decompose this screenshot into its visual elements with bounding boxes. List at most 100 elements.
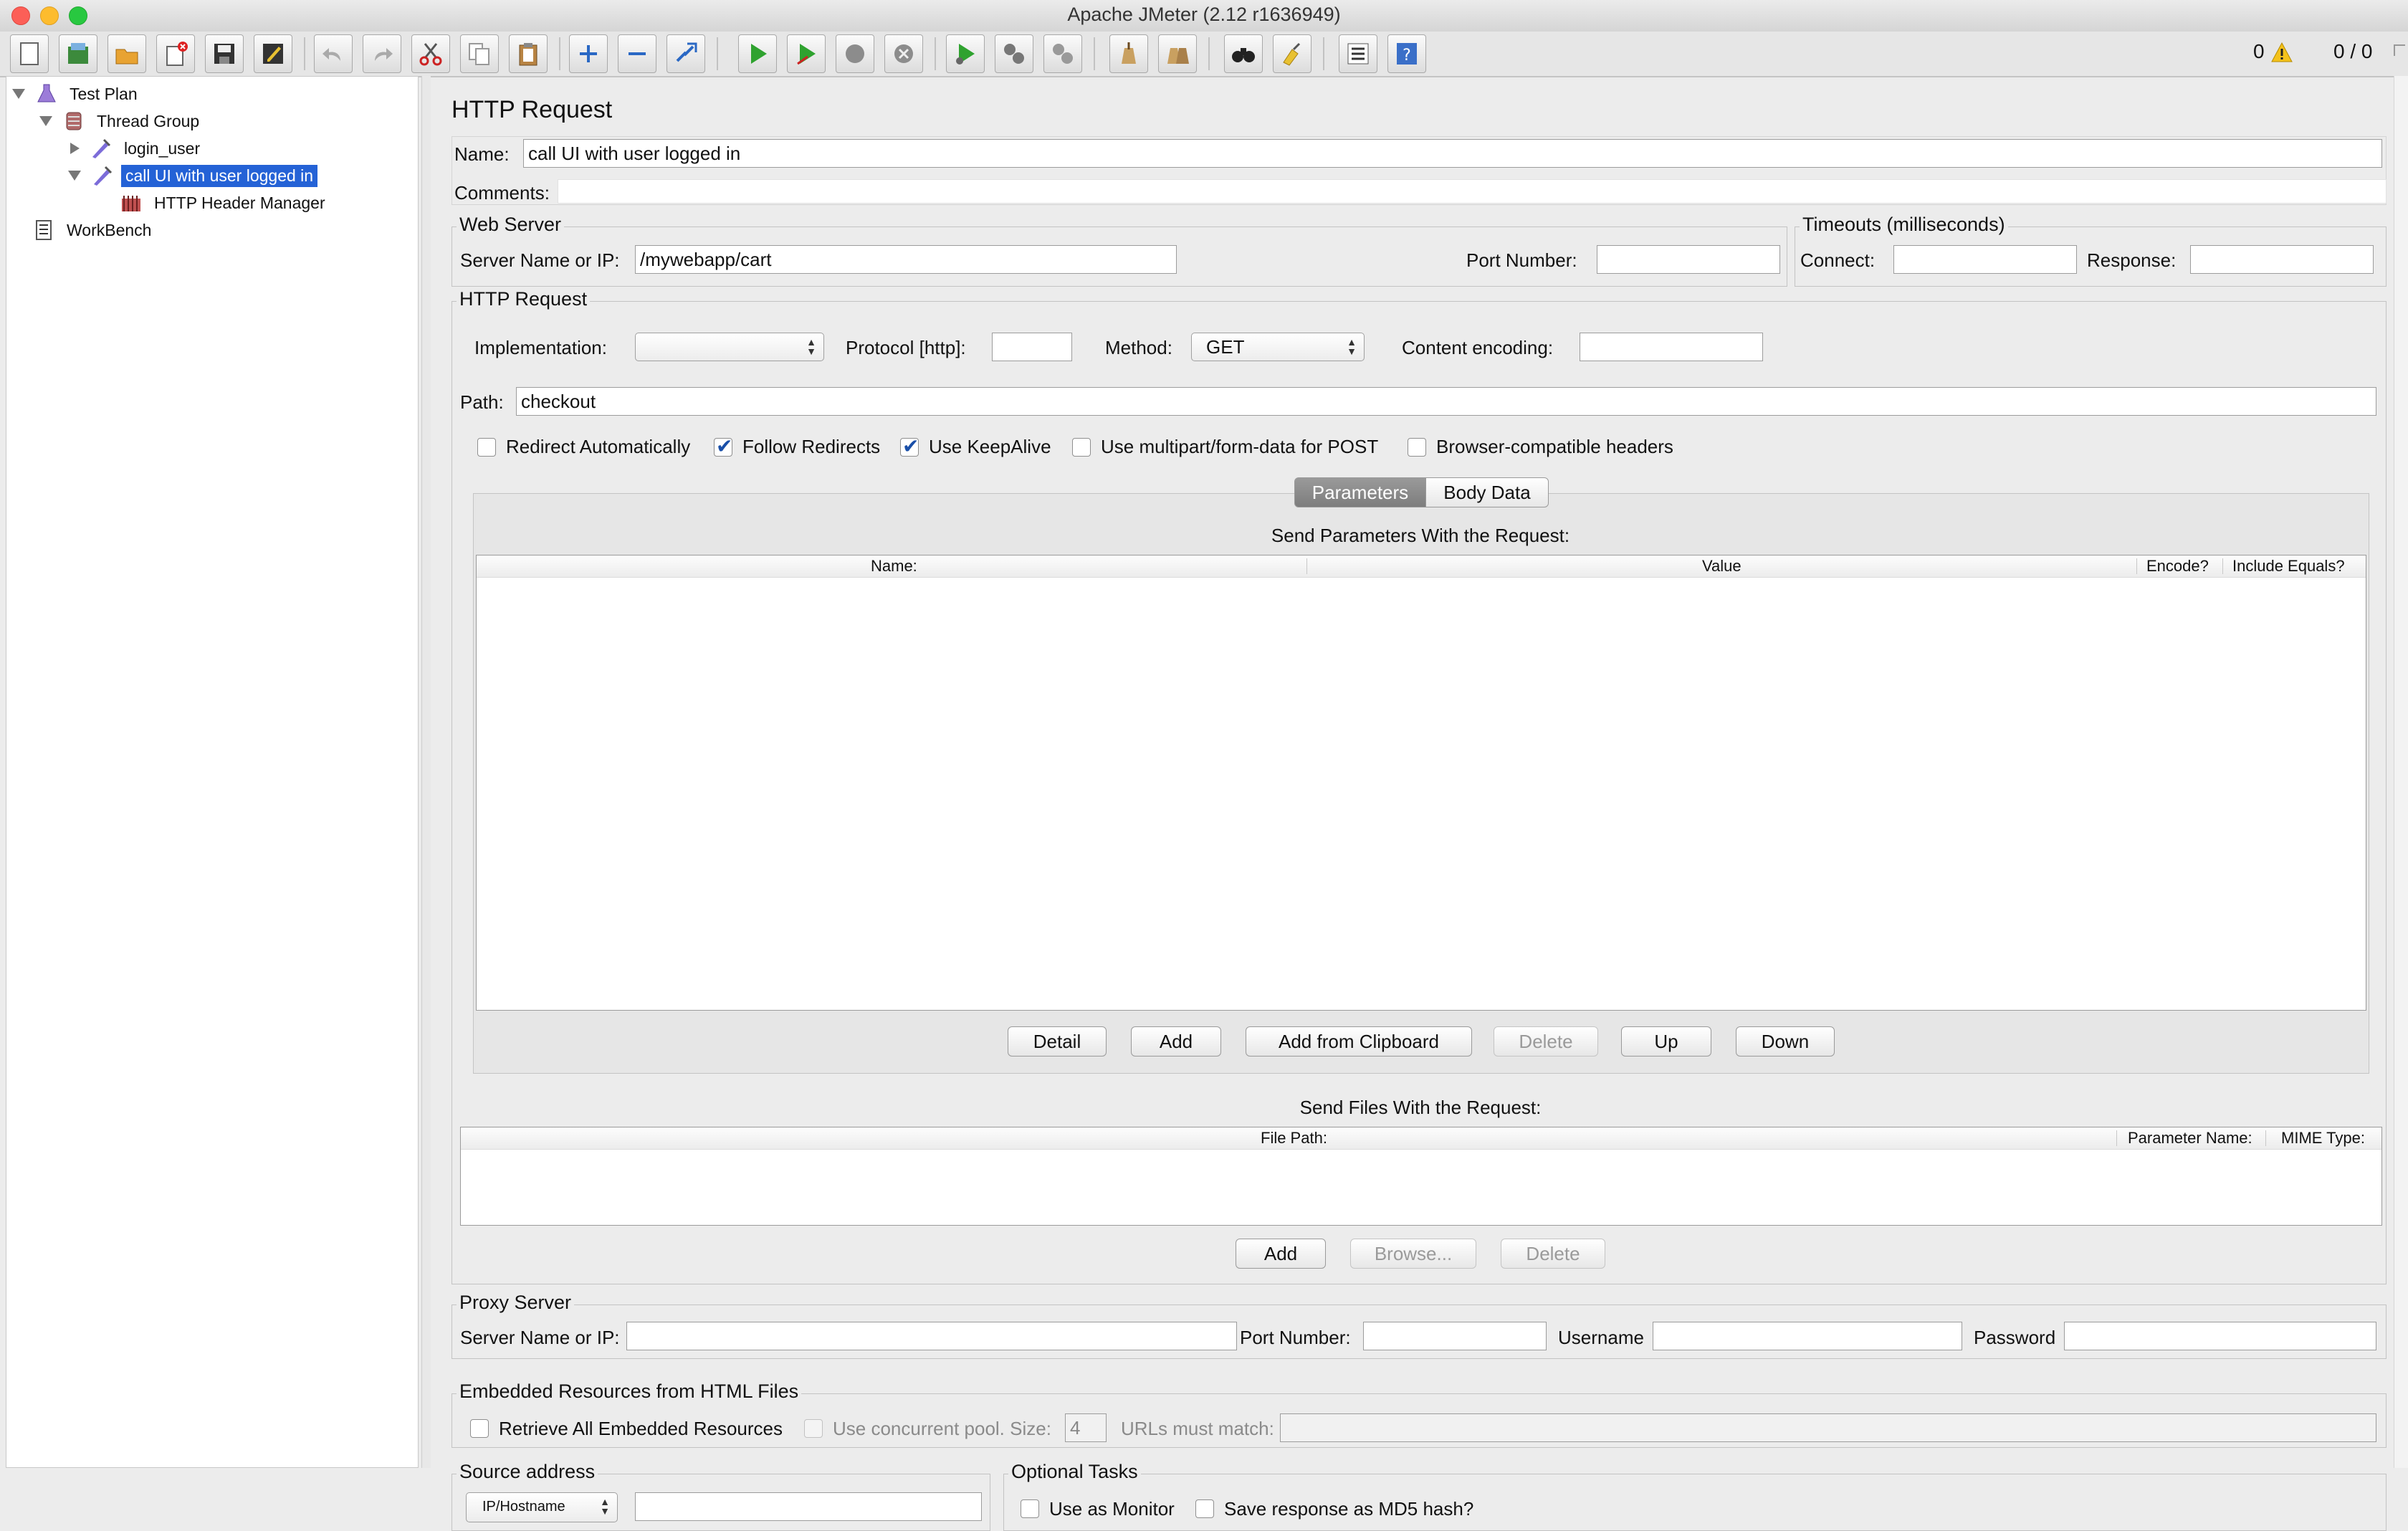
add-parameter-button[interactable]: Add (1131, 1026, 1221, 1057)
redirect-automatically-checkbox[interactable] (477, 438, 496, 457)
files-table[interactable]: File Path: Parameter Name: MIME Type: (460, 1127, 2382, 1226)
retrieve-embedded-checkbox[interactable] (470, 1419, 489, 1438)
browser-headers-checkbox[interactable] (1408, 438, 1426, 457)
tree-item-http-header-manager[interactable]: HTTP Header Manager (120, 190, 330, 216)
chevron-right-icon[interactable] (70, 143, 80, 154)
chevron-down-icon[interactable] (39, 116, 52, 126)
pool-size-field[interactable]: 4 (1065, 1413, 1107, 1442)
content-encoding-field[interactable] (1580, 333, 1763, 361)
paste-icon[interactable] (509, 34, 548, 73)
proxy-username-field[interactable] (1653, 1322, 1962, 1350)
tree-item-login-user[interactable]: login_user (68, 135, 204, 161)
search-icon[interactable] (1224, 34, 1263, 73)
column-header-file-path[interactable]: File Path: (1261, 1129, 1327, 1148)
help-icon[interactable]: ? (1387, 34, 1426, 73)
source-type-select[interactable]: IP/Hostname ▲ ▼ (466, 1492, 618, 1522)
column-divider (2136, 558, 2137, 574)
implementation-select[interactable]: ▲ ▼ (635, 333, 824, 361)
column-header-name[interactable]: Name: (871, 557, 917, 576)
delete-file-button[interactable]: Delete (1501, 1239, 1605, 1269)
column-header-include-equals[interactable]: Include Equals? (2232, 557, 2345, 576)
urls-must-match-field[interactable] (1280, 1413, 2376, 1442)
tree-item-workbench[interactable]: WorkBench (32, 217, 156, 243)
close-icon[interactable] (156, 34, 195, 73)
follow-redirects-checkbox[interactable] (714, 434, 732, 458)
add-file-button[interactable]: Add (1236, 1239, 1326, 1269)
server-name-field[interactable]: /mywebapp/cart (635, 245, 1177, 274)
table-header: Name: Value Encode? Include Equals? (477, 555, 2366, 578)
save-icon[interactable] (205, 34, 244, 73)
protocol-field[interactable] (992, 333, 1072, 361)
templates-icon[interactable] (59, 34, 97, 73)
toolbar-separator (1208, 37, 1210, 70)
comments-field[interactable] (558, 179, 2386, 204)
test-plan-icon (37, 84, 56, 102)
start-no-pauses-icon[interactable] (787, 34, 826, 73)
detail-button[interactable]: Detail (1008, 1026, 1107, 1057)
delete-parameter-button[interactable]: Delete (1494, 1026, 1598, 1057)
source-address-field[interactable] (635, 1492, 982, 1521)
split-pane-divider[interactable] (421, 76, 431, 1468)
cut-icon[interactable] (411, 34, 450, 73)
clear-icon[interactable] (1109, 34, 1148, 73)
column-header-mime-type[interactable]: MIME Type: (2281, 1129, 2365, 1148)
method-select[interactable]: GET ▲ ▼ (1191, 333, 1365, 361)
name-field[interactable]: call UI with user logged in (523, 139, 2382, 168)
parameters-table[interactable]: Name: Value Encode? Include Equals? (476, 555, 2366, 1011)
response-timeout-field[interactable] (2190, 245, 2374, 274)
proxy-port-field[interactable] (1363, 1322, 1547, 1350)
toolbar-separator (1323, 37, 1324, 70)
toggle-icon[interactable] (666, 34, 705, 73)
chevron-down-icon[interactable] (12, 89, 25, 99)
column-header-encode[interactable]: Encode? (2146, 557, 2209, 576)
remote-stop-icon[interactable] (995, 34, 1033, 73)
start-icon[interactable] (738, 34, 777, 73)
connect-timeout-field[interactable] (1893, 245, 2077, 274)
port-number-field[interactable] (1597, 245, 1780, 274)
reset-search-icon[interactable] (1273, 34, 1312, 73)
shutdown-icon[interactable] (884, 34, 923, 73)
warning-icon[interactable] (2270, 42, 2293, 63)
toolbar-separator (935, 37, 936, 70)
clear-all-icon[interactable] (1158, 34, 1197, 73)
remote-shutdown-icon[interactable] (1043, 34, 1082, 73)
files-title: Send Files With the Request: (1299, 1097, 1542, 1118)
protocol-label: Protocol [http]: (846, 337, 966, 358)
method-label: Method: (1105, 337, 1172, 358)
multipart-checkbox[interactable] (1072, 438, 1091, 457)
undo-icon[interactable] (314, 34, 353, 73)
tree-item-test-plan[interactable]: Test Plan (12, 81, 142, 107)
new-icon[interactable] (10, 34, 49, 73)
add-from-clipboard-button[interactable]: Add from Clipboard (1246, 1026, 1472, 1057)
stop-icon[interactable] (836, 34, 874, 73)
expand-icon[interactable] (569, 34, 608, 73)
tree-item-thread-group[interactable]: Thread Group (39, 108, 204, 134)
function-helper-icon[interactable] (1339, 34, 1377, 73)
remote-start-icon[interactable] (946, 34, 985, 73)
path-field[interactable]: checkout (516, 387, 2376, 416)
redo-icon[interactable] (363, 34, 401, 73)
name-label: Name: (454, 143, 510, 165)
md5-hash-checkbox[interactable] (1195, 1499, 1214, 1518)
down-button[interactable]: Down (1736, 1026, 1835, 1057)
proxy-password-field[interactable] (2064, 1322, 2376, 1350)
http-request-panel: HTTP Request Name: call UI with user log… (433, 76, 2408, 1531)
toolbar-separator (1094, 37, 1095, 70)
browse-button[interactable]: Browse... (1350, 1239, 1476, 1269)
tab-parameters[interactable]: Parameters (1294, 477, 1426, 507)
copy-icon[interactable] (460, 34, 499, 73)
use-as-monitor-checkbox[interactable] (1021, 1499, 1039, 1518)
open-icon[interactable] (108, 34, 146, 73)
vertical-scrollbar[interactable] (2394, 76, 2408, 1468)
use-keepalive-checkbox[interactable] (900, 434, 919, 458)
proxy-server-field[interactable] (626, 1322, 1237, 1350)
tree-item-call-ui[interactable]: call UI with user logged in (68, 163, 318, 189)
chevron-down-icon[interactable] (68, 171, 81, 181)
column-header-value[interactable]: Value (1702, 557, 1742, 576)
concurrent-pool-checkbox[interactable] (804, 1419, 823, 1438)
save-as-icon[interactable] (254, 34, 292, 73)
column-header-parameter-name[interactable]: Parameter Name: (2128, 1129, 2252, 1148)
up-button[interactable]: Up (1621, 1026, 1711, 1057)
collapse-icon[interactable] (618, 34, 656, 73)
tab-body-data[interactable]: Body Data (1425, 477, 1549, 507)
